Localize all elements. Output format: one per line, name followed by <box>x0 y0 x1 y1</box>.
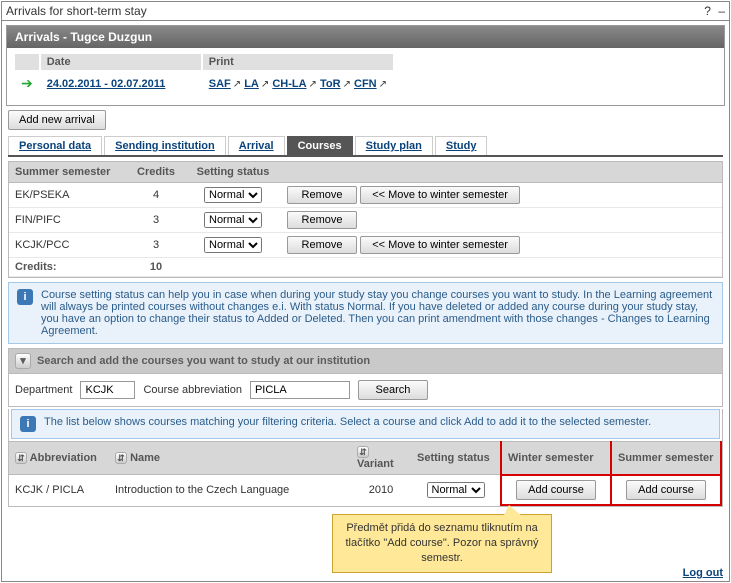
course-abbr-label: Course abbreviation <box>143 384 241 396</box>
course-abbr-input[interactable] <box>250 381 350 399</box>
search-section-header: ▾ Search and add the courses you want to… <box>8 348 723 374</box>
course-credits: 3 <box>129 233 183 258</box>
col-status: Setting status <box>183 162 283 183</box>
col-winter-sem: Winter semester <box>501 442 611 475</box>
col-setting-status: Setting status <box>411 442 501 475</box>
status-info-box: i Course setting status can help you in … <box>8 282 723 344</box>
move-to-winter-button[interactable]: << Move to winter semester <box>360 186 520 204</box>
print-saf-link[interactable]: SAF <box>209 78 231 90</box>
popup-icon: ↗ <box>233 79 241 90</box>
col-name: Name <box>130 452 160 464</box>
col-variant: Variant <box>357 458 394 470</box>
tab-arrival[interactable]: Arrival <box>228 136 285 155</box>
arrivals-panel: Arrivals - Tugce Duzgun Date Print ➔ 24.… <box>6 25 725 106</box>
status-select[interactable]: Normal <box>204 212 262 228</box>
minimize-icon[interactable]: – <box>718 4 725 18</box>
course-abbr: KCJK/PCC <box>9 233 129 258</box>
col-summer-sem: Summer semester <box>611 442 721 475</box>
status-info-text: Course setting status can help you in ca… <box>41 289 714 337</box>
totals-value: 10 <box>129 258 183 277</box>
arrival-detail-table: Date Print ➔ 24.02.2011 - 02.07.2011 SAF… <box>13 52 395 97</box>
print-chla-link[interactable]: CH-LA <box>272 78 306 90</box>
window-title: Arrivals for short-term stay <box>6 4 147 18</box>
popup-icon: ↗ <box>343 79 351 90</box>
results-table: ⇵ Abbreviation ⇵ Name ⇵ Variant Setting … <box>9 441 722 506</box>
add-course-summer-button[interactable]: Add course <box>626 480 706 500</box>
footer: Log out <box>683 567 723 579</box>
tab-study[interactable]: Study <box>435 136 488 155</box>
date-range-link[interactable]: 24.02.2011 - 02.07.2011 <box>47 78 166 90</box>
col-credits: Credits <box>129 162 183 183</box>
print-la-link[interactable]: LA <box>244 78 259 90</box>
print-cfn-link[interactable]: CFN <box>354 78 377 90</box>
tab-bar: Personal data Sending institution Arriva… <box>8 136 723 157</box>
tab-study-plan[interactable]: Study plan <box>355 136 433 155</box>
app-window: Arrivals for short-term stay ? – Arrival… <box>1 1 730 582</box>
courses-table-box: Summer semester Credits Setting status E… <box>8 161 723 278</box>
results-section: i The list below shows courses matching … <box>8 409 723 507</box>
search-button[interactable]: Search <box>358 380 428 400</box>
course-abbr: FIN/PIFC <box>9 208 129 233</box>
course-row: KCJK/PCC 3 Normal Remove << Move to wint… <box>9 233 722 258</box>
variant-sort-icon[interactable]: ⇵ <box>357 446 369 458</box>
tooltip-text: Předmět přidá do seznamu tliknutím na tl… <box>345 522 538 564</box>
tab-personal-data[interactable]: Personal data <box>8 136 102 155</box>
popup-icon: ↗ <box>379 79 387 90</box>
totals-row: Credits: 10 <box>9 258 722 277</box>
help-icon[interactable]: ? <box>704 4 711 18</box>
collapse-toggle-icon[interactable]: ▾ <box>15 353 31 369</box>
panel-title: Arrivals - Tugce Duzgun <box>7 26 724 48</box>
course-credits: 3 <box>129 208 183 233</box>
result-name: Introduction to the Czech Language <box>109 475 351 505</box>
status-select[interactable]: Normal <box>204 237 262 253</box>
department-input[interactable] <box>80 381 135 399</box>
remove-button[interactable]: Remove <box>287 211 357 229</box>
col-abbr: Abbreviation <box>30 452 97 464</box>
col-date: Date <box>41 54 201 70</box>
filter-info-box: i The list below shows courses matching … <box>11 409 720 439</box>
status-select[interactable]: Normal <box>204 187 262 203</box>
info-icon: i <box>17 289 33 305</box>
print-tor-link[interactable]: ToR <box>320 78 341 90</box>
course-abbr: EK/PSEKA <box>9 183 129 208</box>
annotation-tooltip: Předmět přidá do seznamu tliknutím na tl… <box>332 514 552 573</box>
remove-button[interactable]: Remove <box>287 236 357 254</box>
filter-info-text: The list below shows courses matching yo… <box>44 416 651 432</box>
tab-courses[interactable]: Courses <box>287 136 353 155</box>
abbr-sort-icon[interactable]: ⇵ <box>15 452 27 464</box>
window-titlebar: Arrivals for short-term stay ? – <box>2 2 729 21</box>
course-row: FIN/PIFC 3 Normal Remove <box>9 208 722 233</box>
result-abbr: KCJK / PICLA <box>9 475 109 505</box>
search-form: Department Course abbreviation Search <box>8 374 723 407</box>
search-section-title: Search and add the courses you want to s… <box>37 355 370 367</box>
result-status-select[interactable]: Normal <box>427 482 485 498</box>
course-row: EK/PSEKA 4 Normal Remove << Move to wint… <box>9 183 722 208</box>
name-sort-icon[interactable]: ⇵ <box>115 452 127 464</box>
courses-table: Summer semester Credits Setting status E… <box>9 162 722 277</box>
window-controls: ? – <box>700 4 725 18</box>
print-links: SAF↗ LA↗ CH-LA↗ ToR↗ CFN↗ <box>203 72 393 95</box>
remove-button[interactable]: Remove <box>287 186 357 204</box>
logout-link[interactable]: Log out <box>683 567 723 579</box>
popup-icon: ↗ <box>261 79 269 90</box>
col-summer-sem: Summer semester <box>9 162 129 183</box>
add-course-winter-button[interactable]: Add course <box>516 480 596 500</box>
totals-label: Credits: <box>9 258 129 277</box>
result-variant: 2010 <box>351 475 411 505</box>
result-row: KCJK / PICLA Introduction to the Czech L… <box>9 475 721 505</box>
info-icon: i <box>20 416 36 432</box>
department-label: Department <box>15 384 72 396</box>
add-new-arrival-button[interactable]: Add new arrival <box>8 110 106 130</box>
move-to-winter-button[interactable]: << Move to winter semester <box>360 236 520 254</box>
current-row-arrow-icon: ➔ <box>21 75 33 91</box>
tab-sending-institution[interactable]: Sending institution <box>104 136 226 155</box>
popup-icon: ↗ <box>309 79 317 90</box>
course-credits: 4 <box>129 183 183 208</box>
col-print: Print <box>203 54 393 70</box>
